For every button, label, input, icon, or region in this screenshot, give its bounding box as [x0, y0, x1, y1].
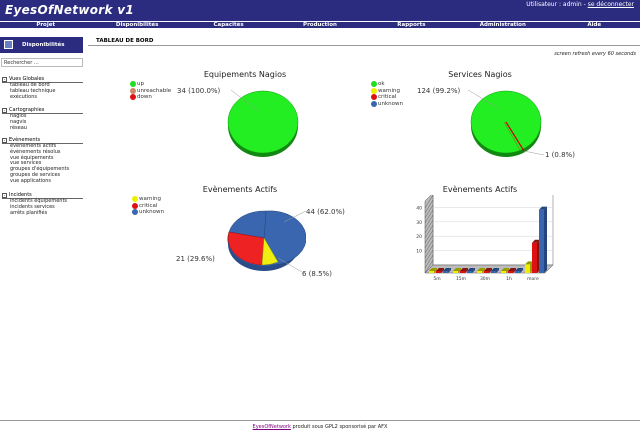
pie-chart-equipements: [227, 89, 299, 157]
chart-legend: up unreachable down: [130, 81, 171, 101]
chart-legend: ok warning critical unknown: [371, 81, 403, 107]
main-menu: Projet Disponibilités Capacités Producti…: [0, 21, 640, 28]
section-evenements: - Evènements évènements actifs évènements…: [2, 137, 83, 185]
menu-administration[interactable]: Administration: [457, 22, 548, 28]
bar-warning: [501, 271, 506, 273]
collapse-icon: -: [2, 107, 7, 113]
menu-production[interactable]: Production: [274, 22, 365, 28]
legend-item: warning: [371, 87, 403, 95]
bar-critical: [436, 271, 441, 273]
bar-critical: [484, 271, 489, 273]
app-logo: EyesOfNetwork v1: [5, 3, 135, 17]
legend-label: down: [137, 94, 152, 101]
x-tick-label: 5m: [433, 276, 440, 282]
chart-title: Evènements Actifs: [442, 185, 518, 194]
chart-title: Services Nagios: [448, 70, 512, 79]
pie-chart-services: [468, 89, 545, 157]
y-tick-label: 30: [416, 220, 422, 226]
bar-unknown: [443, 271, 448, 273]
bar-warning: [429, 271, 434, 273]
menu-aide[interactable]: Aide: [549, 22, 640, 28]
bar-warning: [453, 271, 458, 273]
legend-label: critical: [378, 94, 397, 101]
logout-link[interactable]: se déconnecter: [588, 1, 634, 8]
pie-slice-critical: [227, 231, 265, 266]
x-tick-label: more: [527, 276, 539, 282]
menu-disponibilites[interactable]: Disponibilités: [91, 22, 182, 28]
slice-label: 1 (0.8%): [545, 151, 575, 159]
slice-label: 124 (99.2%): [417, 87, 461, 95]
bar-unknown: [515, 271, 520, 273]
slice-label: 21 (29.6%): [176, 255, 215, 263]
monitor-icon: [4, 40, 13, 49]
collapse-icon: -: [2, 192, 7, 198]
pie-slice-up: [227, 90, 299, 154]
y-tick-label: 50: [416, 195, 422, 197]
legend-item: unknown: [132, 209, 164, 216]
pie-chart-evenements: [227, 210, 306, 273]
title-divider: [88, 45, 640, 46]
bar-unknown: [491, 271, 496, 273]
sidebar-item[interactable]: vue applications: [2, 178, 83, 185]
legend-label: ok: [378, 81, 385, 88]
menu-capacites[interactable]: Capacités: [183, 22, 274, 28]
legend-label: warning: [139, 196, 162, 203]
footer-link[interactable]: EyesOfNetwork: [253, 424, 291, 430]
header: EyesOfNetwork v1 Utilisateur : admin - s…: [0, 0, 640, 21]
chart-title: Evènements Actifs: [202, 185, 278, 194]
sidebar-item[interactable]: arrêts planifiés: [2, 210, 83, 217]
label-leader: [523, 150, 545, 156]
sidebar-title: Disponibilités: [22, 42, 65, 48]
legend-item: unknown: [371, 100, 403, 108]
menu-projet[interactable]: Projet: [0, 22, 91, 28]
legend-label: unknown: [139, 209, 164, 216]
section-cartographies: - Cartographies nagios nagvis réseau: [2, 107, 83, 131]
bar-critical: [460, 271, 465, 273]
section-vues-globales: - Vues Globales tableau de bord tableau t…: [2, 76, 83, 100]
bar-warning: [477, 271, 482, 273]
y-tick-label: 10: [416, 249, 422, 255]
bar-side-unknown: [544, 206, 547, 273]
chart-title: Equipements Nagios: [203, 70, 287, 79]
legend-label: critical: [139, 202, 158, 209]
bar-critical: [508, 271, 513, 273]
footer-text: produit sous GPL2 sponsorisé par AFX: [290, 424, 388, 430]
sidebar: Disponibilités Rechercher ... - Vues Glob…: [0, 34, 83, 420]
bar-chart-evenements: 10 20 30 40 50 5m 15m 30m 1h more: [416, 195, 554, 282]
refresh-note: screen refresh every 60 seconds: [554, 51, 636, 57]
sidebar-header: Disponibilités: [0, 37, 83, 53]
section-incidents: - Incidents incidents équipements inciden…: [2, 192, 83, 216]
chart-legend: warning critical unknown: [132, 196, 164, 216]
x-tick-label: 1h: [506, 276, 512, 282]
legend-label: warning: [378, 87, 401, 94]
bar-unknown: [539, 209, 544, 273]
collapse-icon: -: [2, 76, 7, 82]
slice-label: 34 (100.0%): [177, 87, 221, 95]
user-info: Utilisateur : admin - se déconnecter: [526, 1, 634, 8]
legend-label: unreachable: [137, 87, 172, 94]
slice-label: 44 (62.0%): [306, 208, 345, 216]
bar-critical: [532, 242, 537, 273]
legend-item: down: [130, 94, 171, 101]
page-title: TABLEAU DE BORD: [96, 38, 154, 44]
sidebar-item[interactable]: exécutions: [2, 94, 83, 101]
collapse-icon: -: [2, 137, 7, 143]
footer: EyesOfNetwork produit sous GPL2 sponsori…: [0, 420, 640, 434]
user-label: Utilisateur : admin -: [526, 1, 588, 8]
bar-warning: [525, 264, 530, 273]
x-tick-label: 15m: [456, 276, 466, 282]
legend-label: up: [137, 81, 144, 88]
y-tick-label: 20: [416, 234, 422, 240]
legend-item: unreachable: [130, 87, 172, 95]
y-tick-label: 40: [416, 205, 422, 211]
menu-rapports[interactable]: Rapports: [366, 22, 457, 28]
legend-label: unknown: [378, 100, 403, 107]
sidebar-item[interactable]: réseau: [2, 125, 83, 132]
slice-label: 6 (8.5%): [302, 270, 332, 278]
x-tick-label: 30m: [480, 276, 490, 282]
bar-unknown: [467, 271, 472, 273]
search-input[interactable]: Rechercher ...: [1, 58, 83, 67]
